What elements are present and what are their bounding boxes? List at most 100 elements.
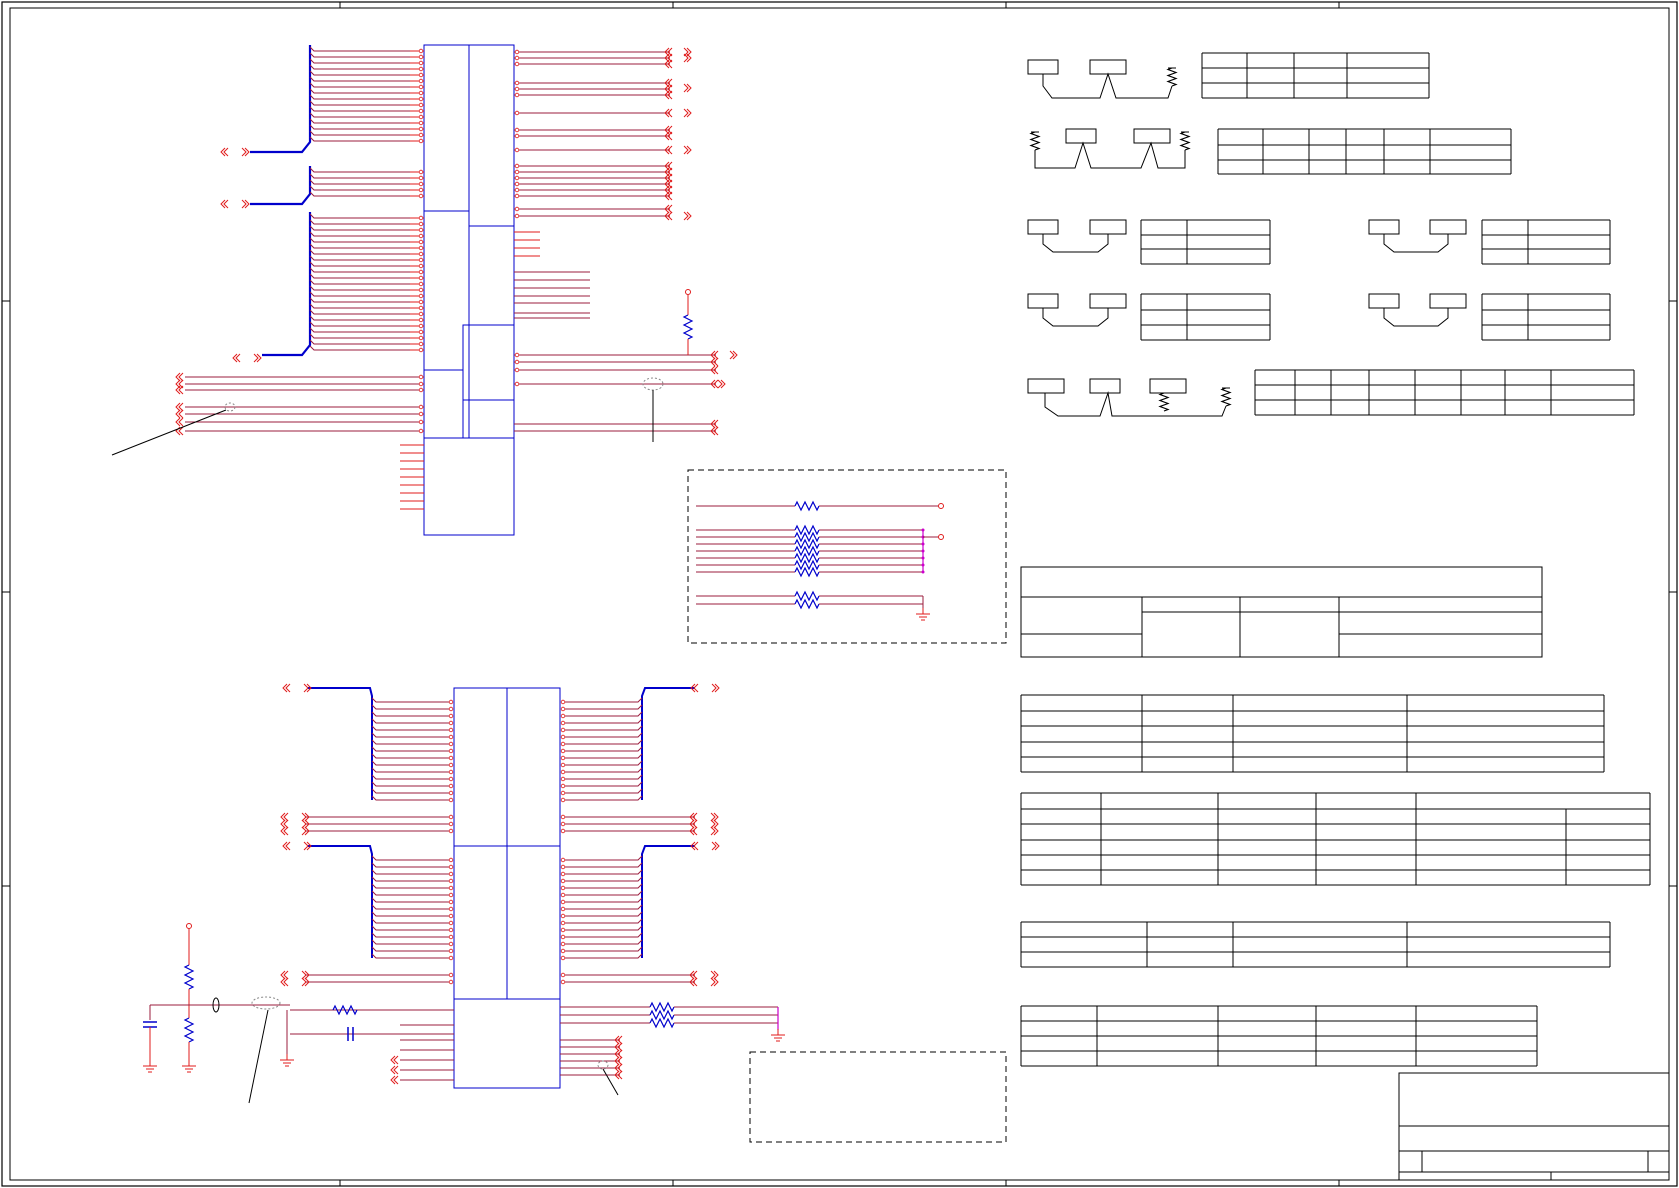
bus-line bbox=[308, 845, 373, 958]
double-chevron-connector-icon bbox=[729, 350, 738, 360]
bus-line bbox=[250, 166, 312, 206]
signal-wire bbox=[371, 774, 451, 780]
signal-wire bbox=[371, 862, 451, 868]
double-chevron-connector-icon bbox=[711, 683, 720, 693]
signal-wire bbox=[371, 897, 451, 903]
pin-dot bbox=[514, 181, 520, 187]
upper-connector-block bbox=[111, 44, 738, 536]
pin-dot bbox=[448, 821, 454, 827]
signal-wire bbox=[371, 918, 451, 924]
pin-dot bbox=[418, 387, 424, 393]
signal-wire bbox=[309, 309, 420, 315]
resistor-icon bbox=[183, 1017, 195, 1043]
signal-wire bbox=[563, 939, 643, 945]
resistor-icon bbox=[649, 1017, 675, 1029]
callout-ellipse bbox=[251, 996, 281, 1010]
topology-node bbox=[1368, 293, 1400, 309]
signal-wire bbox=[309, 112, 420, 118]
pin-dot bbox=[514, 49, 520, 55]
pin-dot bbox=[418, 215, 424, 221]
topology-node bbox=[1429, 219, 1467, 235]
pin-dot bbox=[418, 66, 424, 72]
signal-wire bbox=[563, 911, 643, 917]
pin-dot bbox=[448, 955, 454, 961]
pin-dot bbox=[448, 885, 454, 891]
signal-wire bbox=[563, 883, 643, 889]
pin-dot bbox=[560, 920, 566, 926]
resistor-icon bbox=[1179, 131, 1191, 151]
callout-leader bbox=[248, 1009, 269, 1104]
signal-wire bbox=[371, 781, 451, 787]
double-chevron-connector-icon bbox=[710, 977, 719, 987]
routing-topology-diagrams bbox=[1027, 59, 1467, 417]
pin-dot bbox=[448, 706, 454, 712]
resistor-icon bbox=[1029, 131, 1041, 151]
resistor-icon bbox=[1158, 392, 1170, 412]
pin-dot bbox=[418, 311, 424, 317]
pin-dot bbox=[514, 367, 520, 373]
signal-wire bbox=[309, 261, 420, 267]
pin-dot bbox=[418, 221, 424, 227]
ground-icon bbox=[182, 1060, 196, 1073]
signal-wire bbox=[371, 883, 451, 889]
signal-wire bbox=[309, 333, 420, 339]
signal-wire bbox=[309, 46, 420, 52]
pin-dot bbox=[514, 175, 520, 181]
signal-wire bbox=[563, 953, 643, 959]
pin-dot bbox=[418, 126, 424, 132]
pin-dot bbox=[514, 187, 520, 193]
topology-node bbox=[1065, 128, 1097, 144]
pin-dot bbox=[560, 906, 566, 912]
signal-wire bbox=[309, 52, 420, 58]
signal-wire bbox=[309, 94, 420, 100]
signal-wire bbox=[309, 231, 420, 237]
pin-dot bbox=[560, 948, 566, 954]
topology-node bbox=[1027, 293, 1059, 309]
pin-dot bbox=[448, 814, 454, 820]
signal-wire bbox=[563, 904, 643, 910]
resistor-icon bbox=[794, 559, 820, 571]
pin-dot bbox=[560, 892, 566, 898]
double-chevron-connector-icon bbox=[175, 385, 184, 395]
pin-dot bbox=[418, 299, 424, 305]
signal-wire bbox=[563, 732, 643, 738]
table-topology-7 bbox=[1254, 369, 1635, 416]
signal-wire bbox=[309, 267, 420, 273]
pin-dot bbox=[418, 245, 424, 251]
signal-wire bbox=[309, 58, 420, 64]
pin-dot bbox=[560, 871, 566, 877]
signal-wire bbox=[563, 746, 643, 752]
signal-wire bbox=[309, 339, 420, 345]
callout-leader bbox=[602, 1068, 619, 1096]
topology-node bbox=[1133, 128, 1171, 144]
pin-dot bbox=[418, 411, 424, 417]
pin-dot bbox=[560, 790, 566, 796]
pin-dot bbox=[418, 293, 424, 299]
pin-dot bbox=[418, 78, 424, 84]
pin-dot bbox=[560, 885, 566, 891]
signal-wire bbox=[371, 788, 451, 794]
pin-dot bbox=[514, 206, 520, 212]
signal-wire bbox=[563, 795, 643, 801]
signal-wire bbox=[309, 185, 420, 191]
pin-dot bbox=[418, 48, 424, 54]
pin-dot bbox=[560, 941, 566, 947]
pin-dot bbox=[560, 979, 566, 985]
inner-border bbox=[9, 7, 1670, 1181]
table-topology-2 bbox=[1217, 128, 1512, 175]
resistor-icon bbox=[1166, 67, 1178, 87]
double-chevron-connector-icon bbox=[232, 353, 241, 363]
pin-dot bbox=[418, 102, 424, 108]
pin-dot bbox=[560, 913, 566, 919]
signal-wire bbox=[371, 939, 451, 945]
double-chevron-connector-icon bbox=[280, 826, 289, 836]
double-chevron-connector-icon bbox=[220, 199, 229, 209]
pin-dot bbox=[514, 110, 520, 116]
topology-trace bbox=[1042, 234, 1109, 253]
pin-dot bbox=[448, 913, 454, 919]
signal-wire bbox=[309, 191, 420, 197]
table-rules-4 bbox=[1020, 1005, 1538, 1067]
pin-dot bbox=[514, 163, 520, 169]
double-chevron-connector-icon bbox=[683, 53, 692, 63]
pin-dot bbox=[448, 699, 454, 705]
